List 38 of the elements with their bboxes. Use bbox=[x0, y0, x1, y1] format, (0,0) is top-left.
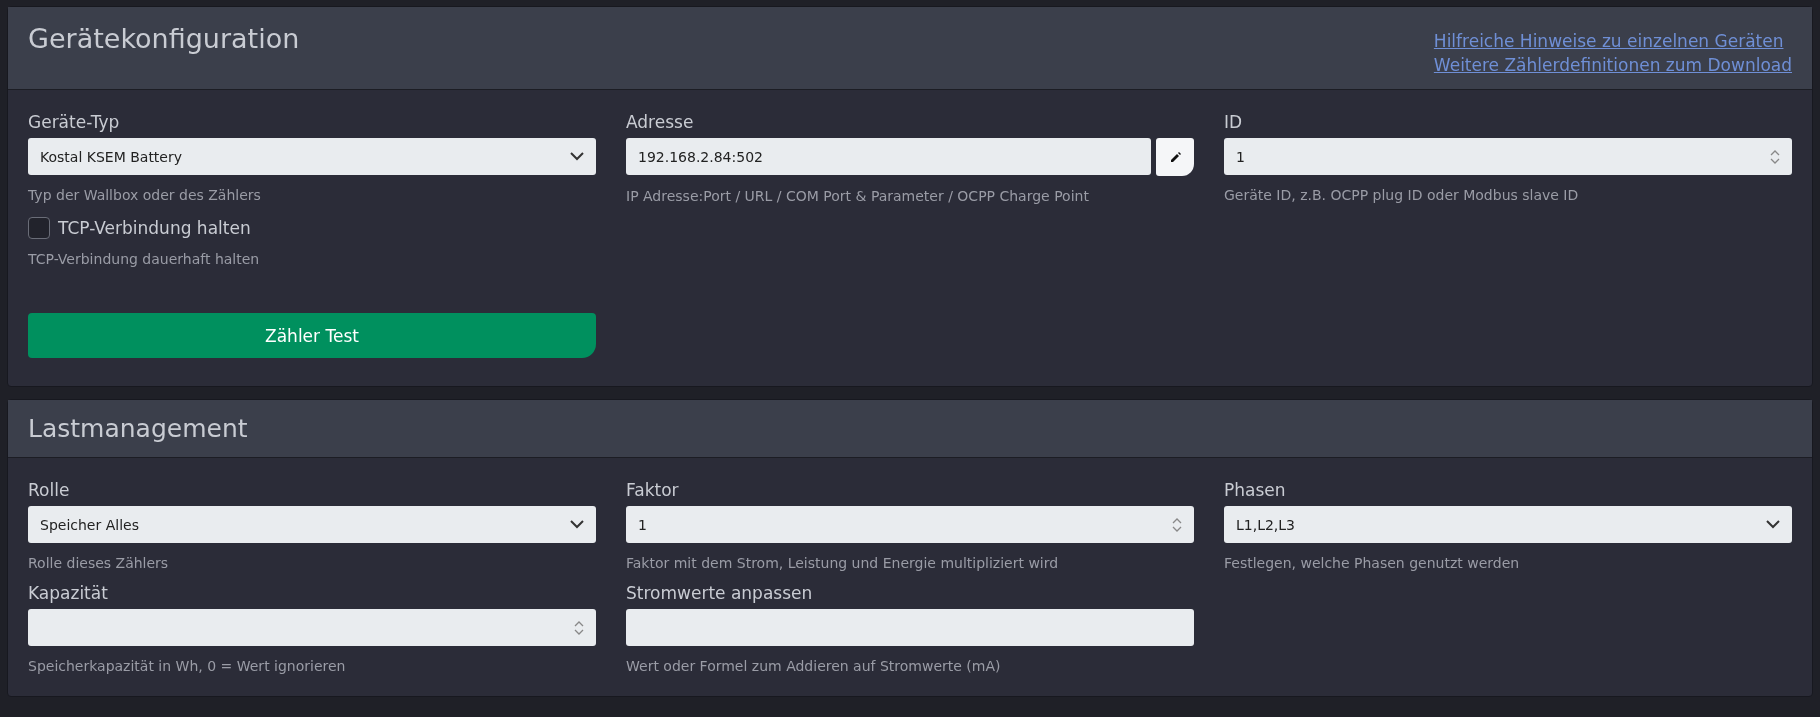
field-hint: Festlegen, welche Phasen genutzt werden bbox=[1224, 555, 1521, 571]
input-field[interactable] bbox=[626, 609, 1194, 646]
panel-title: Gerätekonfiguration bbox=[28, 23, 300, 54]
pencil-icon bbox=[1168, 150, 1182, 164]
panel-title: Lastmanagement bbox=[28, 414, 248, 443]
test-button[interactable]: Zähler Test bbox=[28, 313, 596, 358]
field-label: ID bbox=[1224, 112, 1244, 132]
field-label: Rolle bbox=[28, 480, 71, 500]
select-field[interactable]: Kostal KSEM Battery bbox=[28, 138, 596, 175]
field-hint: Faktor mit dem Strom, Leistung und Energie multipliziert wird bbox=[626, 555, 1060, 571]
field-label: Adresse bbox=[626, 112, 695, 132]
number-field[interactable]: 1 bbox=[626, 506, 1194, 543]
field-hint: TCP-Verbindung dauerhaft halten bbox=[28, 251, 261, 267]
field-hint: Geräte ID, z.B. OCPP plug ID oder Modbus slave ID bbox=[1224, 187, 1580, 203]
spinner-icon bbox=[1172, 516, 1182, 533]
field-label: Faktor bbox=[626, 480, 680, 500]
chevron-down-icon bbox=[570, 520, 584, 529]
field-label: Geräte-Typ bbox=[28, 112, 121, 132]
chevron-down-icon bbox=[1766, 520, 1780, 529]
field-hint: Speicherkapazität in Wh, 0 = Wert ignorieren bbox=[28, 658, 347, 674]
number-field[interactable] bbox=[28, 609, 596, 646]
field-hint: Wert oder Formel zum Addieren auf Stromwerte (mA) bbox=[626, 658, 1002, 674]
select-field[interactable]: Speicher Alles bbox=[28, 506, 596, 543]
spinner-icon bbox=[1770, 148, 1780, 165]
field-label: Phasen bbox=[1224, 480, 1287, 500]
field-label: Stromwerte anpassen bbox=[626, 583, 814, 603]
chevron-down-icon bbox=[570, 152, 584, 161]
field-hint: Rolle dieses Zählers bbox=[28, 555, 170, 571]
field-hint: IP Adresse:Port / URL / COM Port & Parameter / OCPP Charge Point bbox=[626, 188, 1090, 204]
number-field[interactable]: 1 bbox=[1224, 138, 1792, 175]
field-hint: Typ der Wallbox oder des Zählers bbox=[28, 187, 262, 203]
checkbox[interactable] bbox=[28, 217, 50, 239]
field-label: Kapazität bbox=[28, 583, 109, 603]
input-field[interactable]: 192.168.2.84:502 bbox=[626, 138, 1151, 175]
select-field[interactable]: L1,L2,L3 bbox=[1224, 506, 1792, 543]
edit-button[interactable] bbox=[1156, 138, 1194, 176]
spinner-icon bbox=[574, 619, 584, 636]
checkbox-label: TCP-Verbindung halten bbox=[58, 218, 251, 238]
